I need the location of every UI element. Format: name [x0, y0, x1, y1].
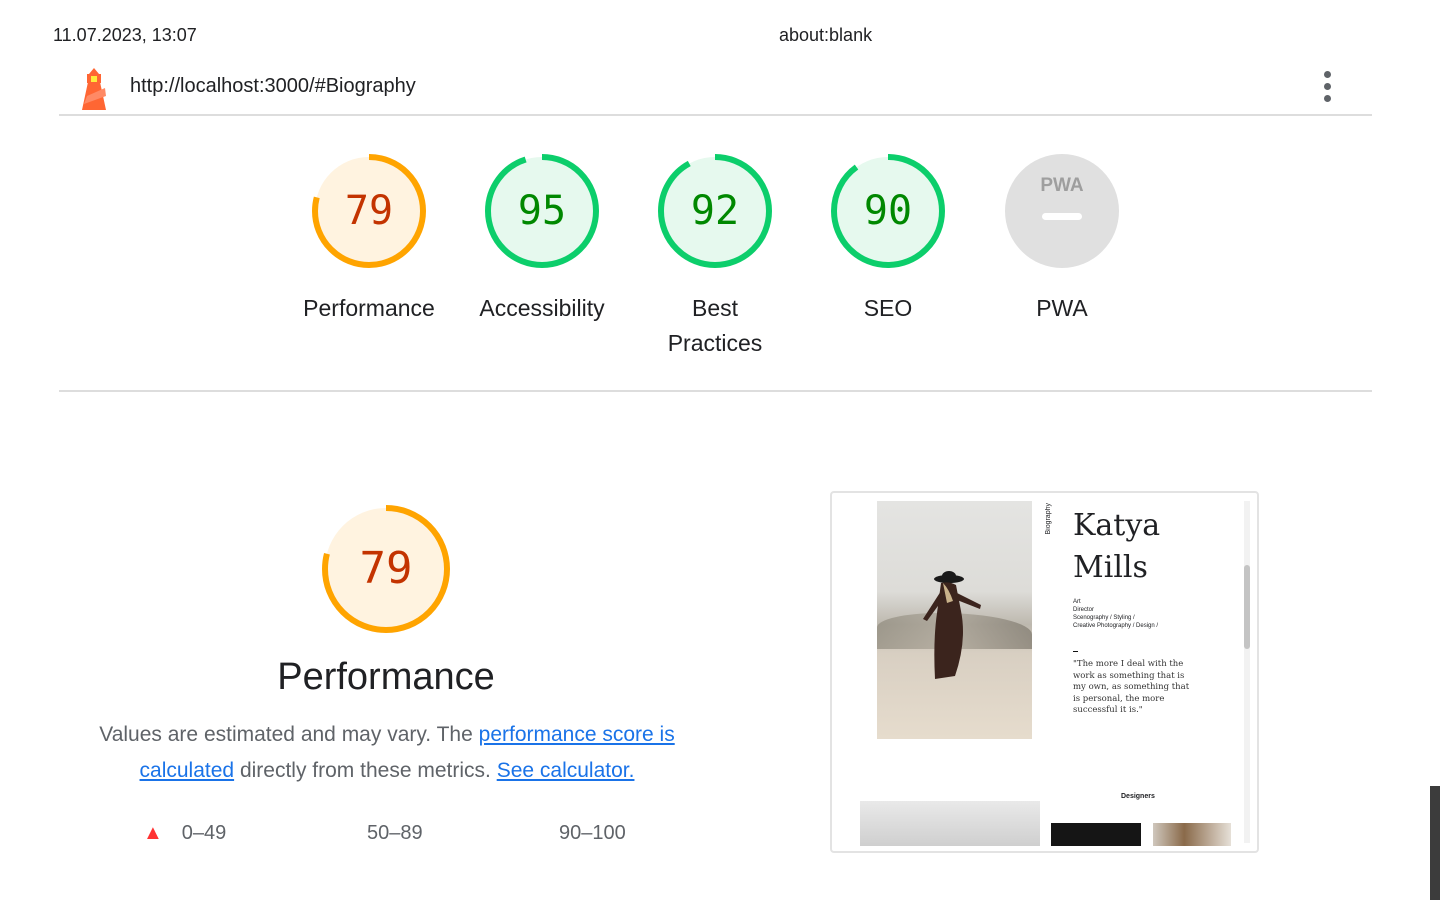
performance-score: 79	[360, 543, 413, 594]
gauge-seo[interactable]: 90 SEO	[803, 151, 973, 326]
legend-range: 90–100	[559, 822, 626, 844]
performance-gauge-large: 79	[322, 505, 450, 633]
section-divider	[59, 390, 1372, 392]
legend-fail: ▲ 0–49	[143, 822, 226, 845]
fail-triangle-icon: ▲	[143, 822, 163, 844]
gauge-pwa[interactable]: PWA PWA	[977, 151, 1147, 326]
performance-description: Values are estimated and may vary. The p…	[92, 717, 682, 789]
gauge-performance[interactable]: 79 Performance	[284, 151, 454, 326]
screenshot-section-label: Designers	[1121, 793, 1155, 800]
legend-range: 50–89	[367, 822, 423, 844]
screenshot-roles: Art Director Scenography / Styling / Cre…	[1073, 599, 1159, 629]
description-text: directly from these metrics.	[239, 759, 491, 782]
screenshot-name: Katya Mills	[1073, 508, 1161, 585]
final-screenshot[interactable]: Biography Katya Mills Art Director Sceno…	[830, 491, 1259, 853]
screenshot-vertical-label: Biography	[1045, 503, 1052, 535]
gauge-score: 79	[345, 188, 393, 234]
screenshot-scrollbar	[1244, 501, 1250, 843]
description-text: Values are estimated and may vary. The	[99, 723, 473, 746]
gauge-score: 92	[691, 188, 739, 234]
gauge-score: 90	[864, 188, 912, 234]
gauge-ring-accessibility: 95	[485, 154, 599, 268]
gauge-label: Performance	[303, 295, 435, 321]
gauge-ring-performance: 79	[312, 154, 426, 268]
gauge-label: Best Practices	[667, 295, 763, 356]
report-url: http://localhost:3000/#Biography	[130, 75, 416, 97]
legend-range: 0–49	[181, 822, 227, 844]
pwa-badge-text: PWA	[1040, 175, 1084, 196]
screenshot-scrollbar-thumb	[1244, 565, 1250, 649]
pwa-badge-icon: PWA	[1005, 154, 1119, 268]
gauge-accessibility[interactable]: 95 Accessibility	[457, 151, 627, 326]
gauge-score: 95	[518, 188, 566, 234]
screenshot-quote: "The more I deal with the work as someth…	[1073, 659, 1190, 715]
see-calculator-link[interactable]: See calculator.	[497, 759, 635, 782]
gauge-label: PWA	[1036, 295, 1088, 321]
legend-average: 50–89	[367, 822, 423, 845]
gauge-label: SEO	[863, 295, 913, 321]
gauge-label: Accessibility	[479, 295, 605, 321]
print-date: 11.07.2023, 13:07	[53, 25, 197, 45]
gauge-ring-seo: 90	[831, 154, 945, 268]
screenshot-image	[860, 801, 1040, 846]
legend-pass: 90–100	[559, 822, 626, 845]
print-page-title: about:blank	[779, 25, 873, 45]
gauge-ring-best-practices: 92	[658, 154, 772, 268]
performance-title: Performance	[277, 656, 495, 698]
screenshot-dash	[1073, 651, 1078, 652]
gauge-best-practices[interactable]: 92 Best Practices	[630, 151, 800, 361]
screenshot-photo	[877, 501, 1032, 739]
page-scrollbar-thumb[interactable]	[1430, 786, 1440, 900]
lighthouse-icon	[82, 68, 106, 110]
report-topbar: http://localhost:3000/#Biography	[59, 62, 1372, 116]
screenshot-image	[1051, 823, 1141, 846]
kebab-menu-icon[interactable]	[1321, 71, 1333, 105]
screenshot-image	[1153, 823, 1231, 846]
